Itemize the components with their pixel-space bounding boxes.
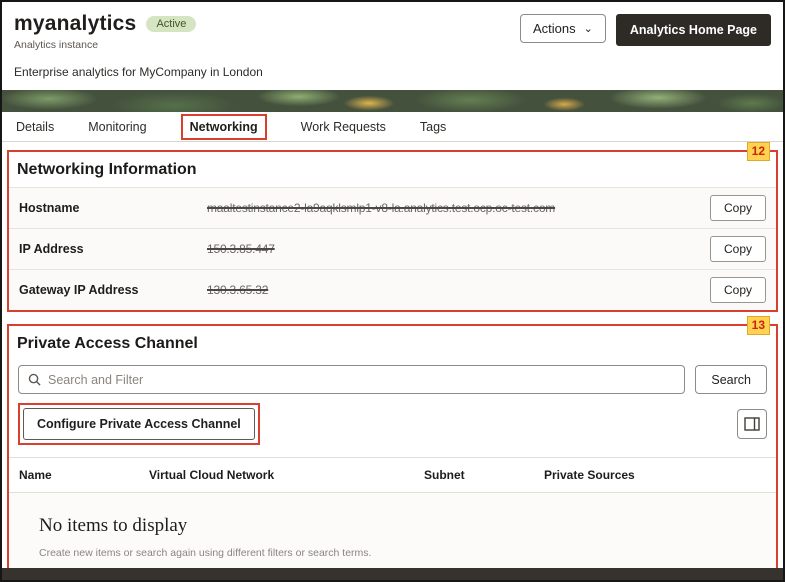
search-row: Search <box>18 365 767 394</box>
tab-tags[interactable]: Tags <box>420 120 446 134</box>
chevron-down-icon: ⌄ <box>583 22 593 35</box>
networking-information-title: Networking Information <box>17 161 197 178</box>
copy-ip-address-button[interactable]: Copy <box>709 236 766 262</box>
instance-description: Enterprise analytics for MyCompany in Lo… <box>14 65 263 79</box>
actions-button[interactable]: Actions ⌄ <box>520 14 606 43</box>
columns-icon <box>744 417 760 431</box>
instance-type-label: Analytics instance <box>14 39 99 51</box>
callout-13-label: 13 <box>746 316 770 335</box>
configure-private-access-channel-button[interactable]: Configure Private Access Channel <box>23 408 255 440</box>
tab-monitoring[interactable]: Monitoring <box>88 120 146 134</box>
networking-info-rows: Hostname maaltestinstance2-la9aqklsmlp1-… <box>9 187 776 310</box>
configure-button-annotation-box: Configure Private Access Channel <box>18 403 260 445</box>
hostname-value: maaltestinstance2-la9aqklsmlp1-v8-la.ana… <box>207 201 556 215</box>
private-access-channel-title: Private Access Channel <box>17 335 198 352</box>
column-header-name[interactable]: Name <box>19 468 149 482</box>
tab-work-requests[interactable]: Work Requests <box>301 120 386 134</box>
decorative-foliage-banner <box>2 90 783 112</box>
bottom-bar <box>2 568 783 580</box>
column-header-virtual-cloud-network[interactable]: Virtual Cloud Network <box>149 468 424 482</box>
ip-address-row: IP Address 150.3.85.447 Copy <box>9 228 776 269</box>
page-title: myanalytics <box>14 12 137 35</box>
tab-networking[interactable]: Networking <box>190 120 258 134</box>
callout-12-label: 12 <box>746 142 770 161</box>
gateway-ip-row: Gateway IP Address 130.3.65.32 Copy <box>9 269 776 310</box>
analytics-instance-page: myanalytics Active Analytics instance Ac… <box>0 0 785 582</box>
search-input[interactable] <box>48 372 676 387</box>
private-access-channel-annotation-box: 13 Private Access Channel Search Configu… <box>7 316 778 580</box>
column-header-private-sources[interactable]: Private Sources <box>544 468 766 482</box>
page-header: myanalytics Active Analytics instance Ac… <box>2 2 783 90</box>
ip-address-label: IP Address <box>19 242 84 256</box>
configure-row: Configure Private Access Channel <box>18 403 767 445</box>
ip-address-value: 150.3.85.447 <box>207 242 275 256</box>
actions-button-label: Actions <box>533 21 576 36</box>
tab-bar: Details Monitoring Networking Work Reque… <box>2 112 783 142</box>
empty-state-subtitle: Create new items or search again using d… <box>39 547 372 559</box>
status-badge: Active <box>146 16 197 32</box>
copy-gateway-ip-button[interactable]: Copy <box>709 277 766 303</box>
copy-hostname-button[interactable]: Copy <box>709 195 766 221</box>
column-header-subnet[interactable]: Subnet <box>424 468 544 482</box>
analytics-home-page-button[interactable]: Analytics Home Page <box>615 14 771 46</box>
empty-state-title: No items to display <box>39 515 188 536</box>
private-access-table-header: Name Virtual Cloud Network Subnet Privat… <box>9 457 776 493</box>
gateway-ip-label: Gateway IP Address <box>19 283 139 297</box>
tab-details[interactable]: Details <box>16 120 54 134</box>
title-block: myanalytics Active Analytics instance <box>14 12 197 51</box>
hostname-label: Hostname <box>19 201 80 215</box>
search-box[interactable] <box>18 365 686 394</box>
manage-columns-button[interactable] <box>737 409 767 439</box>
networking-information-annotation-box: 12 Networking Information Hostname maalt… <box>7 142 778 312</box>
hostname-row: Hostname maaltestinstance2-la9aqklsmlp1-… <box>9 187 776 228</box>
search-button[interactable]: Search <box>695 365 767 394</box>
search-icon <box>28 373 41 386</box>
gateway-ip-value: 130.3.65.32 <box>207 283 269 297</box>
networking-tab-annotation-box: Networking <box>180 113 267 140</box>
